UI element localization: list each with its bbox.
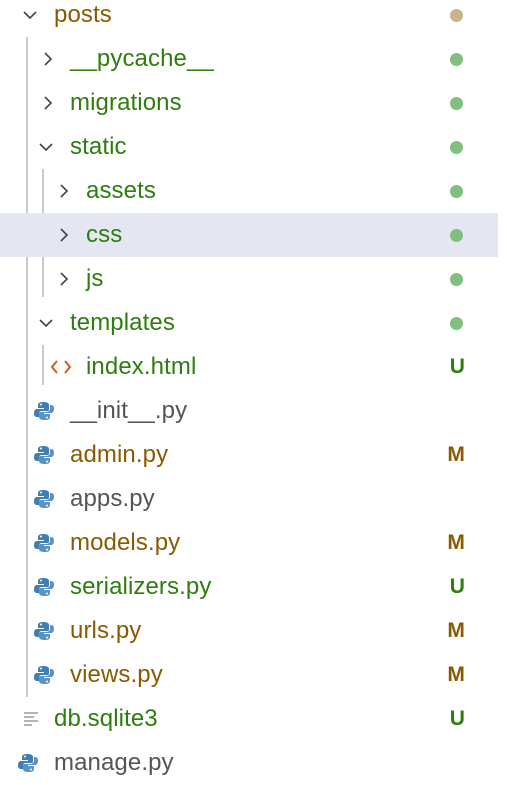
tree-item-label: migrations	[70, 89, 182, 116]
tree-item-label: assets	[86, 177, 156, 204]
tree-item-label: serializers.py	[70, 573, 212, 600]
status-dot	[450, 96, 463, 110]
python-file-icon	[33, 620, 55, 642]
chevron-down-icon[interactable]	[38, 139, 54, 155]
chevron-right-icon[interactable]	[56, 271, 72, 287]
python-file-icon	[33, 488, 55, 510]
status-dot	[450, 272, 463, 286]
tree-item-views-py[interactable]: views.py M	[0, 653, 498, 697]
html-file-icon	[50, 356, 72, 378]
chevron-right-icon[interactable]	[40, 95, 56, 111]
tree-item-label: index.html	[86, 353, 197, 380]
tree-item-label: views.py	[70, 661, 163, 688]
python-file-icon	[33, 664, 55, 686]
tree-item-urls-py[interactable]: urls.py M	[0, 609, 498, 653]
chevron-right-icon[interactable]	[40, 51, 56, 67]
tree-item-label: templates	[70, 309, 175, 336]
status-dot	[450, 228, 463, 242]
tree-item-label: models.py	[70, 529, 181, 556]
git-status-badge: M	[447, 531, 465, 554]
tree-item-serializers-py[interactable]: serializers.py U	[0, 565, 498, 609]
tree-item-assets[interactable]: assets	[0, 169, 498, 213]
tree-item-admin-py[interactable]: admin.py M	[0, 433, 498, 477]
tree-item-pycache[interactable]: __pycache__	[0, 37, 498, 81]
python-file-icon	[33, 400, 55, 422]
git-status-badge: M	[447, 619, 465, 642]
tree-item-templates[interactable]: templates	[0, 301, 498, 345]
tree-item-label: db.sqlite3	[54, 705, 158, 732]
python-file-icon	[33, 576, 55, 598]
tree-item-label: urls.py	[70, 617, 142, 644]
tree-item-label: __init__.py	[70, 397, 188, 424]
tree-item-label: js	[86, 265, 104, 292]
tree-item-manage-py[interactable]: manage.py	[0, 741, 498, 785]
tree-item-init-py[interactable]: __init__.py	[0, 389, 498, 433]
tree-item-posts[interactable]: posts	[0, 0, 498, 37]
tree-item-css[interactable]: css	[0, 213, 498, 257]
file-explorer-tree: posts __pycache__ migrations static asse…	[0, 0, 498, 785]
chevron-down-icon[interactable]	[38, 315, 54, 331]
status-dot	[450, 184, 463, 198]
tree-item-label: manage.py	[54, 749, 174, 776]
python-file-icon	[17, 752, 39, 774]
git-status-badge: M	[447, 443, 465, 466]
tree-item-models-py[interactable]: models.py M	[0, 521, 498, 565]
chevron-right-icon[interactable]	[56, 227, 72, 243]
tree-item-db-sqlite3[interactable]: db.sqlite3 U	[0, 697, 498, 741]
chevron-down-icon[interactable]	[22, 7, 38, 23]
tree-item-apps-py[interactable]: apps.py	[0, 477, 498, 521]
python-file-icon	[33, 444, 55, 466]
tree-item-static[interactable]: static	[0, 125, 498, 169]
git-status-badge: M	[447, 663, 465, 686]
tree-item-migrations[interactable]: migrations	[0, 81, 498, 125]
status-dot	[450, 140, 463, 154]
tree-item-label: __pycache__	[70, 45, 214, 72]
tree-item-label: admin.py	[70, 441, 169, 468]
tree-item-label: static	[70, 133, 127, 160]
tree-item-label: posts	[54, 1, 112, 28]
git-status-badge: U	[449, 575, 465, 598]
tree-item-js[interactable]: js	[0, 257, 498, 301]
tree-item-label: css	[86, 221, 123, 248]
tree-item-index-html[interactable]: index.html U	[0, 345, 498, 389]
status-dot	[450, 8, 463, 22]
status-dot	[450, 52, 463, 66]
python-file-icon	[33, 532, 55, 554]
text-file-icon	[20, 708, 42, 730]
status-dot	[450, 316, 463, 330]
git-status-badge: U	[449, 707, 465, 730]
chevron-right-icon[interactable]	[56, 183, 72, 199]
git-status-badge: U	[449, 355, 465, 378]
tree-item-label: apps.py	[70, 485, 155, 512]
